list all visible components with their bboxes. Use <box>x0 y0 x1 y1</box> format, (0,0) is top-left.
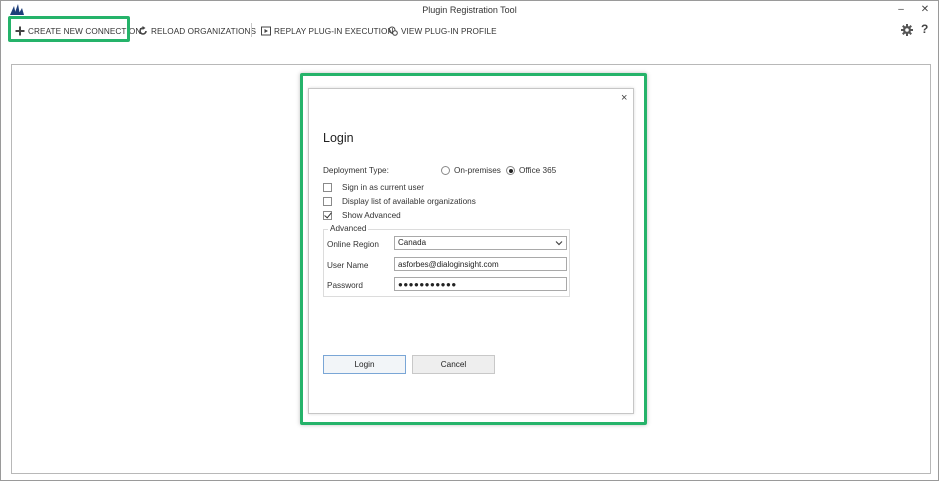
reload-icon <box>139 26 147 35</box>
password-input[interactable] <box>394 277 567 291</box>
title-bar: Plugin Registration Tool – ✕ <box>1 1 938 19</box>
display-organizations-label: Display list of available organizations <box>342 197 476 206</box>
profile-icon <box>388 26 398 36</box>
sign-in-current-user-checkbox[interactable] <box>323 183 332 192</box>
show-advanced-checkbox[interactable] <box>323 211 332 220</box>
user-name-label: User Name <box>327 261 369 270</box>
online-region-value: Canada <box>398 238 427 247</box>
help-icon[interactable]: ? <box>921 22 928 36</box>
close-window-button[interactable]: ✕ <box>917 3 933 17</box>
create-connection-highlight <box>8 16 130 42</box>
view-plugin-profile-button[interactable]: VIEW PLUG-IN PROFILE <box>388 24 497 38</box>
office-365-label: Office 365 <box>519 166 557 175</box>
online-region-label: Online Region <box>327 240 379 249</box>
advanced-legend: Advanced <box>328 224 369 233</box>
login-dialog: × Login Deployment Type: On-premises Off… <box>308 88 634 414</box>
replay-icon <box>261 26 271 36</box>
password-label: Password <box>327 281 363 290</box>
display-organizations-checkbox[interactable] <box>323 197 332 206</box>
reload-organizations-button[interactable]: RELOAD ORGANIZATIONS <box>138 24 256 38</box>
dialog-title: Login <box>323 131 354 145</box>
deployment-type-label: Deployment Type: <box>323 166 389 175</box>
show-advanced-label: Show Advanced <box>342 211 401 220</box>
minimize-button[interactable]: – <box>893 3 909 17</box>
on-premises-label: On-premises <box>454 166 501 175</box>
login-button[interactable]: Login <box>323 355 406 374</box>
gear-icon[interactable] <box>901 24 913 36</box>
replay-plugin-execution-label: REPLAY PLUG-IN EXECUTION <box>274 26 394 36</box>
reload-organizations-label: RELOAD ORGANIZATIONS <box>151 26 257 36</box>
toolbar: CREATE NEW CONNECTION RELOAD ORGANIZATIO… <box>1 19 938 43</box>
chevron-down-icon <box>555 241 563 246</box>
toolbar-separator <box>251 23 252 37</box>
online-region-select[interactable]: Canada <box>394 236 567 250</box>
window-title: Plugin Registration Tool <box>422 5 517 15</box>
app-window: Plugin Registration Tool – ✕ CREATE NEW … <box>0 0 939 481</box>
office-365-radio[interactable] <box>506 166 515 175</box>
user-name-input[interactable] <box>394 257 567 271</box>
replay-plugin-execution-button[interactable]: REPLAY PLUG-IN EXECUTION <box>261 24 393 38</box>
sign-in-current-user-label: Sign in as current user <box>342 183 424 192</box>
cancel-button[interactable]: Cancel <box>412 355 495 374</box>
view-plugin-profile-label: VIEW PLUG-IN PROFILE <box>401 26 497 36</box>
on-premises-radio[interactable] <box>441 166 450 175</box>
dialog-close-icon[interactable]: × <box>621 92 627 104</box>
